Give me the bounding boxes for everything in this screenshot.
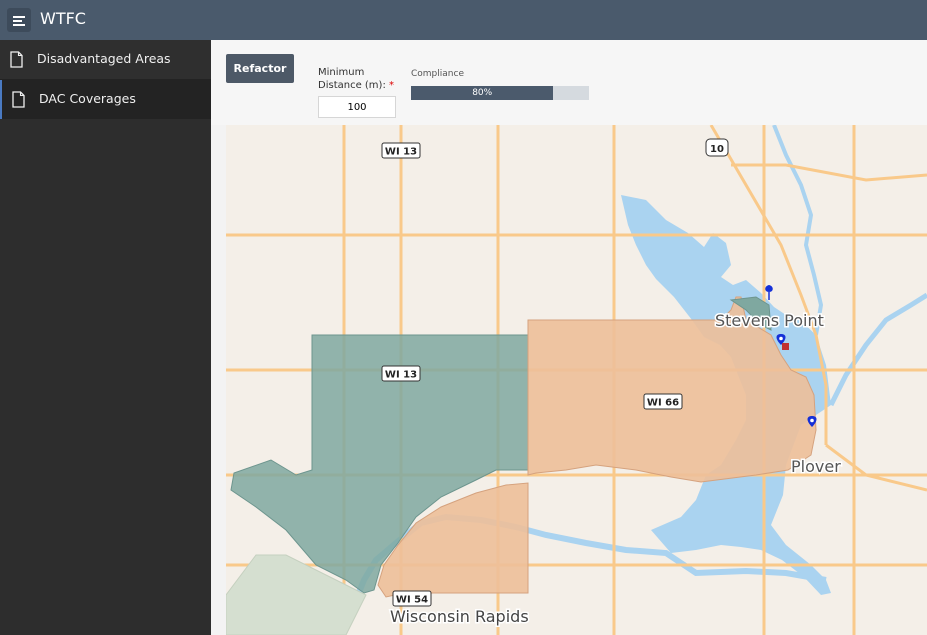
refactor-button[interactable]: Refactor <box>226 54 294 83</box>
place-label-wisconsin-rapids: Wisconsin Rapids <box>390 607 529 626</box>
menu-line <box>13 16 25 18</box>
place-label-stevens-point: Stevens Point <box>715 311 824 330</box>
compliance-progress-bar: 80% <box>411 86 589 100</box>
app-title: WTFC <box>40 9 86 28</box>
min-distance-input[interactable] <box>318 96 396 118</box>
compliance-progress-fill: 80% <box>411 86 554 100</box>
map-view[interactable]: WI 13 10 WI 13 WI 66 WI 54 Stevens Point… <box>226 125 927 635</box>
sidebar-item-disadvantaged-areas[interactable]: Disadvantaged Areas <box>0 40 211 80</box>
map-marker-square-icon[interactable] <box>782 343 789 350</box>
sidebar-item-label: DAC Coverages <box>39 91 136 106</box>
sidebar-item-dac-coverages[interactable]: DAC Coverages <box>0 80 213 119</box>
toolbar: Refactor Minimum Distance (m): * Complia… <box>211 40 927 125</box>
road-label: 10 <box>710 144 724 155</box>
compliance-label: Compliance <box>411 69 464 79</box>
sidebar-item-label: Disadvantaged Areas <box>37 51 171 66</box>
road-label: WI 66 <box>647 398 679 409</box>
top-bar: WTFC <box>0 0 927 40</box>
road-shield-us10: 10 <box>705 138 729 157</box>
sidebar: Disadvantaged Areas DAC Coverages <box>0 40 213 635</box>
hamburger-menu-button[interactable] <box>7 8 31 32</box>
road-shield-wi66: WI 66 <box>643 393 683 410</box>
road-shield-wi13: WI 13 <box>381 142 421 159</box>
min-distance-label-line2: Distance (m): <box>318 80 386 91</box>
min-distance-label: Minimum Distance (m): * <box>318 66 394 92</box>
document-icon <box>10 51 23 68</box>
menu-line <box>13 24 25 26</box>
road-label: WI 54 <box>396 595 428 606</box>
road-label: WI 13 <box>385 147 417 158</box>
document-icon <box>12 91 25 108</box>
map-canvas[interactable]: WI 13 10 WI 13 WI 66 WI 54 Stevens Point… <box>226 125 927 635</box>
place-label-plover: Plover <box>791 457 841 476</box>
min-distance-label-line1: Minimum <box>318 67 365 78</box>
road-shield-wi13: WI 13 <box>381 365 421 382</box>
road-label: WI 13 <box>385 370 417 381</box>
required-marker: * <box>389 80 395 91</box>
road-shield-wi54: WI 54 <box>392 590 432 607</box>
menu-line <box>13 20 22 22</box>
